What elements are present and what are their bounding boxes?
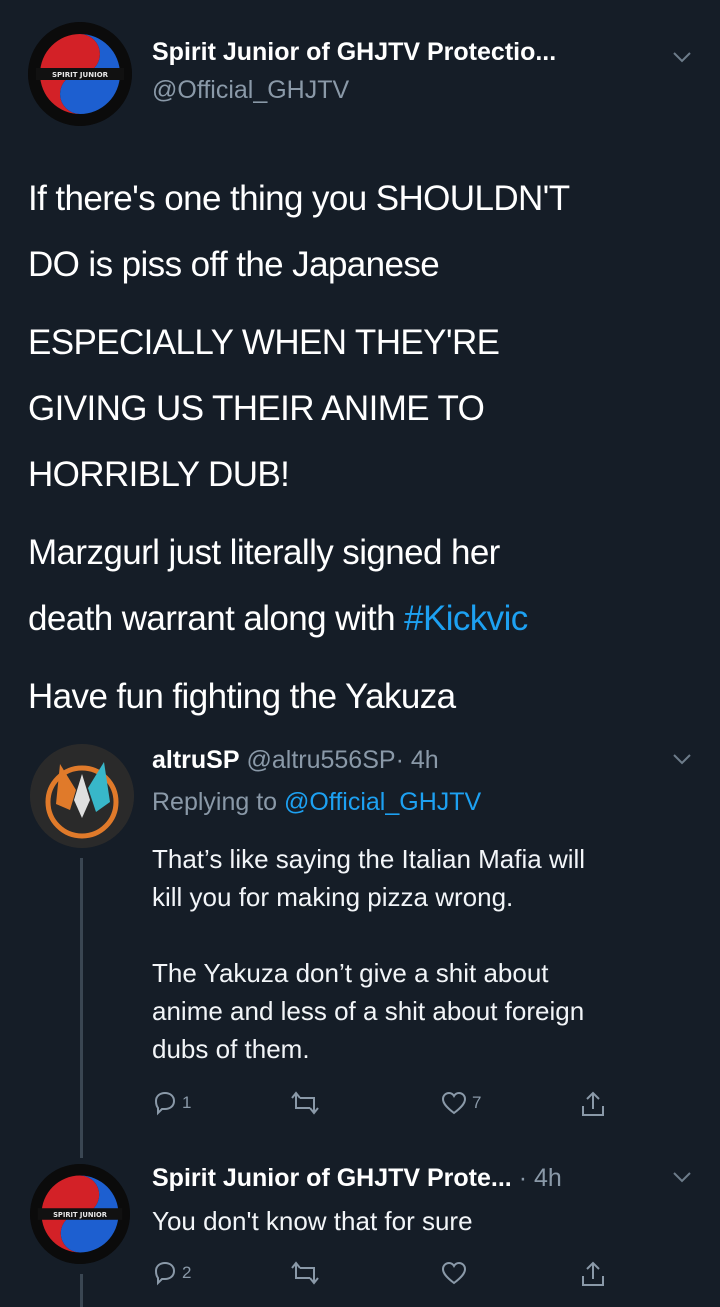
ghjtv-logo-icon: SPIRIT JUNIOR bbox=[30, 1164, 130, 1264]
retweet-button[interactable] bbox=[290, 1260, 320, 1286]
reply-line: dubs of them. bbox=[152, 1034, 310, 1064]
retweet-icon bbox=[291, 1091, 319, 1115]
reply-1-time[interactable]: · 4h bbox=[396, 746, 439, 774]
altrusp-logo-icon bbox=[30, 744, 134, 848]
tweet-line: HORRIBLY DUB! bbox=[28, 455, 290, 494]
replying-to-handle[interactable]: @Official_GHJTV bbox=[284, 788, 481, 816]
reply-line: The Yakuza don’t give a shit about bbox=[152, 958, 549, 988]
tweet-line: ESPECIALLY WHEN THEY'RE bbox=[28, 323, 500, 362]
like-button[interactable] bbox=[440, 1260, 468, 1286]
avatar-label: SPIRIT JUNIOR bbox=[52, 71, 109, 79]
tweet-line: Marzgurl just literally signed her bbox=[28, 533, 500, 572]
tweet-line: Have fun fighting the Yakuza bbox=[28, 677, 456, 716]
like-count: 7 bbox=[472, 1093, 482, 1112]
reply-count: 2 bbox=[182, 1263, 192, 1282]
reply-2-time[interactable]: · 4h bbox=[519, 1164, 562, 1192]
ghjtv-logo-icon: SPIRIT JUNIOR bbox=[28, 22, 132, 126]
main-tweet-display-name[interactable]: Spirit Junior of GHJTV Protectio... bbox=[152, 38, 556, 67]
avatar-label: SPIRIT JUNIOR bbox=[53, 1211, 108, 1219]
chevron-down-icon[interactable] bbox=[672, 752, 692, 771]
main-tweet-handle[interactable]: @Official_GHJTV bbox=[152, 76, 349, 105]
like-button[interactable]: 7 bbox=[440, 1090, 481, 1116]
tweet-line: death warrant along with #Kickvic bbox=[28, 586, 708, 652]
reply-icon bbox=[154, 1091, 176, 1116]
tweet-line: GIVING US THEIR ANIME TO bbox=[28, 389, 485, 428]
share-icon bbox=[582, 1261, 604, 1286]
reply-2-text: You don't know that for sure bbox=[152, 1206, 473, 1236]
like-icon bbox=[441, 1261, 467, 1285]
reply-2-header: Spirit Junior of GHJTV Prote... · 4h bbox=[152, 1164, 562, 1193]
retweet-icon bbox=[291, 1261, 319, 1285]
chevron-down-icon[interactable] bbox=[672, 1170, 692, 1189]
thread-line bbox=[80, 858, 83, 1158]
main-tweet-avatar[interactable]: SPIRIT JUNIOR bbox=[28, 22, 132, 126]
share-icon bbox=[582, 1091, 604, 1116]
reply-2-avatar[interactable]: SPIRIT JUNIOR bbox=[30, 1164, 130, 1264]
tweet-line: If there's one thing you SHOULDN'T bbox=[28, 179, 570, 218]
reply-icon bbox=[154, 1261, 176, 1286]
reply-1-text: That’s like saying the Italian Mafia wil… bbox=[152, 840, 712, 1068]
thread-line bbox=[80, 1274, 83, 1307]
tweet-line: DO is piss off the Japanese bbox=[28, 245, 440, 284]
replying-to-label: Replying to bbox=[152, 788, 285, 816]
tweet-text: death warrant along with bbox=[28, 599, 405, 638]
reply-1-handle[interactable]: @altru556SP bbox=[246, 746, 395, 774]
reply-1-avatar[interactable] bbox=[30, 744, 134, 848]
replying-to: Replying to @Official_GHJTV bbox=[152, 788, 481, 817]
reply-line: kill you for making pizza wrong. bbox=[152, 882, 514, 912]
tweet-body: If there's one thing you SHOULDN'T DO is… bbox=[28, 166, 708, 730]
like-icon bbox=[441, 1091, 467, 1115]
reply-1-header: altruSP @altru556SP· 4h bbox=[152, 746, 439, 775]
reply-2-display-name[interactable]: Spirit Junior of GHJTV Prote... bbox=[152, 1164, 512, 1192]
chevron-down-icon[interactable] bbox=[672, 44, 692, 70]
reply-button[interactable]: 2 bbox=[152, 1260, 191, 1286]
reply-count: 1 bbox=[182, 1093, 192, 1112]
hashtag-link[interactable]: #Kickvic bbox=[404, 599, 528, 638]
reply-1-display-name[interactable]: altruSP bbox=[152, 746, 240, 774]
reply-button[interactable]: 1 bbox=[152, 1090, 191, 1116]
reply-line: That’s like saying the Italian Mafia wil… bbox=[152, 844, 586, 874]
share-button[interactable] bbox=[580, 1090, 606, 1118]
retweet-button[interactable] bbox=[290, 1090, 320, 1116]
reply-line: anime and less of a shit about foreign bbox=[152, 996, 585, 1026]
share-button[interactable] bbox=[580, 1260, 606, 1288]
